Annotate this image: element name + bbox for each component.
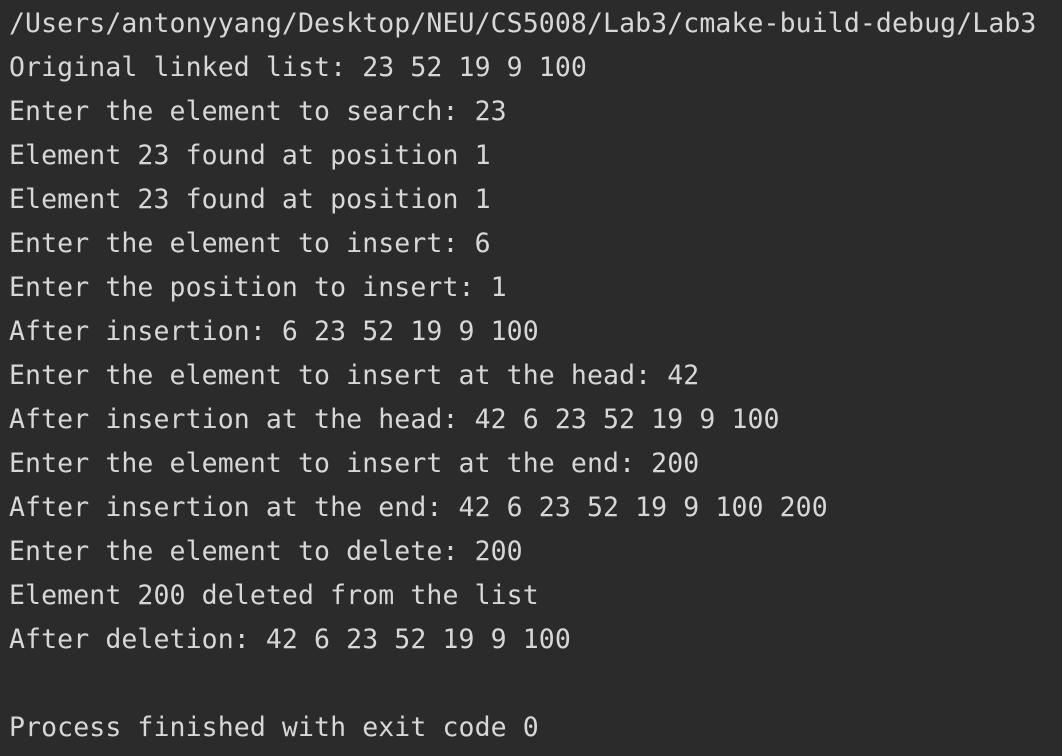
output-line: Original linked list: 23 52 19 9 100 [9, 52, 587, 83]
output-line: After insertion at the end: 42 6 23 52 1… [9, 492, 828, 523]
output-line: Enter the element to delete: 200 [9, 536, 523, 567]
output-line: Enter the element to insert at the end: … [9, 448, 700, 479]
output-line: Element 23 found at position 1 [9, 184, 491, 215]
output-line: Enter the element to insert at the head:… [9, 360, 700, 391]
run-console-output[interactable]: /Users/antonyyang/Desktop/NEU/CS5008/Lab… [0, 0, 1062, 756]
output-line: After insertion: 6 23 52 19 9 100 [9, 316, 539, 347]
output-line: Enter the element to search: 23 [9, 96, 507, 127]
output-line: Element 23 found at position 1 [9, 140, 491, 171]
executable-path-line: /Users/antonyyang/Desktop/NEU/CS5008/Lab… [9, 8, 1037, 39]
output-line: After insertion at the head: 42 6 23 52 … [9, 404, 780, 435]
output-line: Element 200 deleted from the list [9, 580, 539, 611]
output-line: After deletion: 42 6 23 52 19 9 100 [9, 624, 571, 655]
process-exit-line: Process finished with exit code 0 [9, 712, 539, 743]
output-line: Enter the position to insert: 1 [9, 272, 507, 303]
output-line: Enter the element to insert: 6 [9, 228, 491, 259]
